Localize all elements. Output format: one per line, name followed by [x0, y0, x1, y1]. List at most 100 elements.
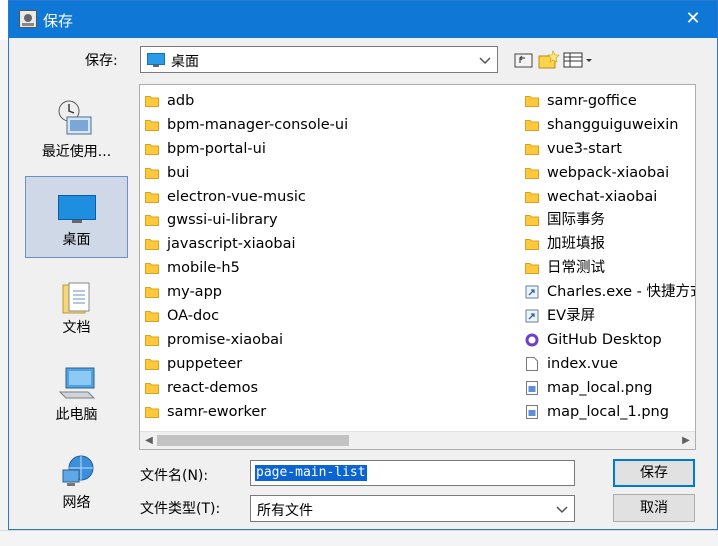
- list-item[interactable]: javascript-xiaobai: [145, 232, 505, 256]
- list-item[interactable]: EV录屏: [525, 304, 695, 328]
- place-recent[interactable]: 最近使用...: [25, 95, 128, 165]
- place-documents[interactable]: 文档: [25, 275, 128, 345]
- list-item[interactable]: my-app: [145, 280, 505, 304]
- scroll-thumb[interactable]: [157, 435, 349, 446]
- list-item[interactable]: react-demos: [145, 376, 505, 400]
- list-item-name: OA-doc: [167, 308, 220, 325]
- list-item[interactable]: samr-eworker: [145, 400, 505, 424]
- network-icon: [62, 455, 94, 486]
- list-item-name: map_local.png: [547, 379, 653, 396]
- folder-icon: [525, 215, 539, 227]
- documents-icon: [62, 282, 90, 314]
- folder-icon: [145, 96, 159, 107]
- list-item-name: samr-goffice: [547, 93, 637, 109]
- image-file-icon: [526, 404, 538, 419]
- shortcut-icon: [525, 285, 539, 299]
- scroll-right-icon[interactable]: ▶: [679, 434, 693, 447]
- list-item[interactable]: bpm-manager-console-ui: [145, 113, 505, 137]
- folder-icon: [525, 191, 539, 203]
- folder-icon: [145, 287, 159, 299]
- folder-icon: [525, 96, 539, 107]
- place-computer-label: 此电脑: [55, 407, 98, 423]
- list-item[interactable]: map_local_1.png: [525, 400, 695, 424]
- save-button[interactable]: 保存: [613, 459, 695, 487]
- list-item[interactable]: webpack-xiaobai: [525, 161, 695, 185]
- list-item[interactable]: wechat-xiaobai: [525, 185, 695, 209]
- list-item-name: wechat-xiaobai: [547, 188, 658, 205]
- place-computer[interactable]: 此电脑: [25, 362, 128, 432]
- folder-icon: [145, 143, 159, 155]
- list-item[interactable]: Charles.exe - 快捷方式: [525, 280, 695, 304]
- horizontal-scrollbar[interactable]: ◀ ▶: [140, 431, 695, 449]
- close-button[interactable]: ✕: [683, 8, 703, 30]
- list-item[interactable]: electron-vue-music: [145, 185, 505, 209]
- list-item[interactable]: mobile-h5: [145, 256, 505, 280]
- new-folder-icon[interactable]: [538, 49, 560, 71]
- list-item[interactable]: samr-goffice: [525, 89, 695, 113]
- filetype-value: 所有文件: [257, 503, 313, 519]
- list-item[interactable]: GitHub Desktop: [525, 328, 695, 352]
- desktop-icon: [58, 195, 96, 223]
- save-dialog: 保存 ✕ 保存: 桌面 最近使用... 桌面 文档 此电脑 网络 adb bpm…: [8, 0, 718, 530]
- filetype-select[interactable]: 所有文件: [250, 495, 575, 522]
- list-item-name: 加班填报: [547, 236, 605, 253]
- folder-icon: [145, 215, 159, 227]
- list-item[interactable]: vue3-start: [525, 137, 695, 161]
- view-menu-icon[interactable]: [563, 49, 595, 71]
- list-item-name: gwssi-ui-library: [167, 212, 278, 229]
- list-item[interactable]: shangguiguweixin: [525, 113, 695, 137]
- list-item-name: electron-vue-music: [167, 188, 306, 205]
- file-list-column-1: adb bpm-manager-console-ui bpm-portal-ui bu…: [145, 89, 505, 423]
- list-item-name: my-app: [167, 284, 222, 301]
- place-network[interactable]: 网络: [25, 450, 128, 520]
- list-item-name: bui: [167, 164, 190, 181]
- filename-input[interactable]: page-main-list: [250, 460, 575, 486]
- folder-icon: [145, 263, 159, 275]
- github-icon: [525, 333, 539, 347]
- folder-icon: [145, 239, 159, 251]
- list-item[interactable]: 加班填报: [525, 232, 695, 256]
- list-item[interactable]: puppeteer: [145, 352, 505, 376]
- list-item[interactable]: bui: [145, 161, 505, 185]
- list-item[interactable]: 日常测试: [525, 256, 695, 280]
- list-item[interactable]: gwssi-ui-library: [145, 208, 505, 232]
- list-item-name: index.vue: [547, 355, 618, 372]
- places-bar: 最近使用... 桌面 文档 此电脑 网络: [25, 85, 128, 523]
- place-desktop[interactable]: 桌面: [25, 176, 128, 258]
- list-item-name: webpack-xiaobai: [547, 164, 670, 181]
- list-item[interactable]: adb: [145, 89, 505, 113]
- folder-icon: [145, 311, 159, 323]
- folder-icon: [145, 119, 159, 131]
- place-recent-label: 最近使用...: [41, 144, 112, 160]
- computer-icon: [58, 367, 96, 399]
- list-item-name: adb: [167, 93, 195, 109]
- list-item[interactable]: promise-xiaobai: [145, 328, 505, 352]
- window-title: 保存: [43, 12, 74, 30]
- file-icon: [526, 356, 538, 371]
- file-list[interactable]: adb bpm-manager-console-ui bpm-portal-ui bu…: [139, 84, 696, 450]
- folder-icon: [525, 143, 539, 155]
- list-item-name: bpm-manager-console-ui: [167, 116, 349, 133]
- folder-icon: [525, 263, 539, 275]
- list-item[interactable]: bpm-portal-ui: [145, 137, 505, 161]
- cancel-button[interactable]: 取消: [613, 494, 695, 522]
- title-bar[interactable]: 保存 ✕: [9, 1, 717, 38]
- list-item-name: javascript-xiaobai: [167, 236, 296, 253]
- list-item[interactable]: OA-doc: [145, 304, 505, 328]
- list-item[interactable]: index.vue: [525, 352, 695, 376]
- list-item-name: map_local_1.png: [547, 403, 669, 420]
- up-folder-icon[interactable]: [514, 49, 534, 71]
- list-item[interactable]: map_local.png: [525, 376, 695, 400]
- chevron-down-icon: [556, 505, 568, 513]
- folder-icon: [145, 358, 159, 370]
- chevron-down-icon: [479, 56, 491, 64]
- scroll-left-icon[interactable]: ◀: [142, 434, 156, 447]
- list-item-name: vue3-start: [547, 140, 622, 157]
- list-item[interactable]: 国际事务: [525, 208, 695, 232]
- list-item-name: Charles.exe - 快捷方式: [547, 284, 696, 301]
- folder-icon: [145, 167, 159, 179]
- recent-icon: [58, 100, 92, 135]
- save-in-combo[interactable]: 桌面: [140, 46, 498, 73]
- save-in-value: 桌面: [171, 54, 199, 70]
- list-item-name: EV录屏: [547, 308, 596, 325]
